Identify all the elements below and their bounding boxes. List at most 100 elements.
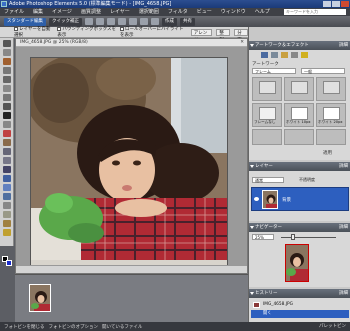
favorites-star-icon[interactable] <box>301 52 308 58</box>
menu-view[interactable]: ビュー <box>197 8 212 16</box>
maximize-button[interactable] <box>332 1 340 7</box>
share-button[interactable]: 共有 <box>180 17 195 26</box>
menu-image[interactable]: イメージ <box>52 8 72 16</box>
rollover-checkbox[interactable] <box>120 26 125 31</box>
blur-tool-icon[interactable] <box>3 202 11 209</box>
print-icon[interactable] <box>118 18 126 25</box>
zoom-slider[interactable] <box>281 237 336 238</box>
lasso-tool-icon[interactable] <box>3 85 11 92</box>
auto-select-checkbox[interactable] <box>14 26 18 31</box>
type-tool-icon[interactable] <box>3 112 11 119</box>
marquee-tool-icon[interactable] <box>3 76 11 83</box>
help-search-input[interactable]: キーワードを入力 <box>284 9 346 15</box>
straighten-tool-icon[interactable] <box>3 229 11 236</box>
organizer-icon[interactable] <box>151 18 159 25</box>
gradient-tool-icon[interactable] <box>3 184 11 191</box>
photo-bin-options-button[interactable]: フォトビンのオプション <box>49 324 99 330</box>
effects-category-icon[interactable] <box>271 52 278 58</box>
history-item-snapshot[interactable]: IMG_4658.JPG <box>251 301 349 309</box>
new-icon[interactable] <box>85 18 93 25</box>
magic-wand-tool-icon[interactable] <box>3 94 11 101</box>
frame-thumb-3[interactable] <box>316 77 346 101</box>
zoom-level-field[interactable]: 25% <box>252 234 274 240</box>
frame-thumb-9[interactable] <box>316 129 346 145</box>
frame-white-10[interactable]: ホワイト 10px <box>284 103 314 127</box>
artwork-panel-header[interactable]: アートワーク＆エフェクト 詳細 <box>249 41 350 50</box>
zoom-tool-icon[interactable] <box>3 49 11 56</box>
navigator-more-button[interactable]: 詳細 <box>339 223 348 232</box>
hand-tool-icon[interactable] <box>3 58 11 65</box>
artwork-category-dropdown[interactable]: 一般 <box>301 68 345 74</box>
navigator-preview[interactable] <box>285 244 309 282</box>
collapse-triangle-icon[interactable] <box>250 165 254 168</box>
eraser-tool-icon[interactable] <box>3 157 11 164</box>
cookie-cutter-tool-icon[interactable] <box>3 220 11 227</box>
clone-stamp-tool-icon[interactable] <box>3 148 11 155</box>
menu-window[interactable]: ウィンドウ <box>221 8 246 16</box>
artwork-more-button[interactable]: 詳細 <box>339 41 348 50</box>
close-document-icon[interactable]: ✕ <box>240 39 244 47</box>
minimize-button[interactable] <box>323 1 331 7</box>
palette-bin-toggle[interactable]: パレットビン <box>319 322 346 331</box>
text-effects-category-icon[interactable] <box>291 52 298 58</box>
shape-tool-icon[interactable] <box>3 193 11 200</box>
move-tool-icon[interactable] <box>3 40 11 47</box>
sponge-tool-icon[interactable] <box>3 211 11 218</box>
menu-select[interactable]: 選択範囲 <box>139 8 159 16</box>
distribute-button[interactable]: 分布 <box>234 28 248 43</box>
zoom-slider-thumb[interactable] <box>291 234 295 240</box>
paint-bucket-tool-icon[interactable] <box>3 175 11 182</box>
bbox-option[interactable]: バウンディングボックスを表示 <box>57 26 116 38</box>
menu-file[interactable]: ファイル <box>4 8 24 16</box>
close-window-button[interactable] <box>341 1 349 7</box>
collapse-triangle-icon[interactable] <box>250 292 254 295</box>
frame-thumb-8[interactable] <box>284 129 314 145</box>
history-more-button[interactable]: 詳細 <box>339 289 348 298</box>
crop-tool-icon[interactable] <box>3 121 11 128</box>
brush-tool-icon[interactable] <box>3 166 11 173</box>
red-eye-tool-icon[interactable] <box>3 130 11 137</box>
rollover-option[interactable]: ロールオーバーにハイライトを表示 <box>120 26 187 38</box>
textures-category-icon[interactable] <box>281 52 288 58</box>
standard-edit-button[interactable]: スタンダード編集 <box>4 17 46 26</box>
eyedropper-tool-icon[interactable] <box>3 67 11 74</box>
frame-thumb-1[interactable] <box>252 77 282 101</box>
frame-none[interactable]: フレームなし <box>252 103 282 127</box>
menu-enhance[interactable]: 画質調整 <box>81 8 101 16</box>
layers-panel-header[interactable]: レイヤー 詳細 <box>249 162 350 171</box>
blend-mode-dropdown[interactable]: 通常 <box>252 177 284 183</box>
redo-icon[interactable] <box>140 18 148 25</box>
visibility-eye-icon[interactable] <box>254 197 259 201</box>
history-panel-header[interactable]: ヒストリー 詳細 <box>249 289 350 298</box>
collapse-triangle-icon[interactable] <box>250 226 254 229</box>
menu-help[interactable]: ヘルプ <box>255 8 270 16</box>
selection-brush-tool-icon[interactable] <box>3 103 11 110</box>
open-icon[interactable] <box>96 18 104 25</box>
menu-layer[interactable]: レイヤー <box>110 8 130 16</box>
document-canvas[interactable] <box>30 57 228 267</box>
hide-photo-bin-button[interactable]: フォトビンを閉じる <box>4 324 45 330</box>
collapse-triangle-icon[interactable] <box>250 44 254 47</box>
healing-brush-tool-icon[interactable] <box>3 139 11 146</box>
menu-edit[interactable]: 編集 <box>33 8 43 16</box>
photo-bin-thumbnail[interactable] <box>29 284 51 312</box>
background-color-swatch[interactable] <box>6 260 12 266</box>
artwork-category-icon[interactable] <box>261 52 268 58</box>
save-icon[interactable] <box>107 18 115 25</box>
frame-thumb-7[interactable] <box>252 129 282 145</box>
bbox-checkbox[interactable] <box>57 26 62 31</box>
create-button[interactable]: 作成 <box>162 17 177 26</box>
frame-white-20[interactable]: ホワイト 20px <box>316 103 346 127</box>
frame-thumb-2[interactable] <box>284 77 314 101</box>
undo-icon[interactable] <box>129 18 137 25</box>
menu-filter[interactable]: フィルタ <box>168 8 188 16</box>
apply-button[interactable]: 適用 <box>323 150 332 156</box>
layer-row-background[interactable]: 背景 <box>251 187 349 211</box>
align-button[interactable]: 整列 <box>216 28 231 43</box>
navigator-panel-header[interactable]: ナビゲーター 詳細 <box>249 223 350 232</box>
auto-select-option[interactable]: レイヤーを自動選択 <box>14 26 53 38</box>
layers-more-button[interactable]: 詳細 <box>339 162 348 171</box>
artwork-type-dropdown[interactable]: フレーム <box>252 68 296 74</box>
arrange-button[interactable]: アレンジ <box>190 28 213 43</box>
quick-fix-button[interactable]: クイック補正 <box>49 17 82 26</box>
